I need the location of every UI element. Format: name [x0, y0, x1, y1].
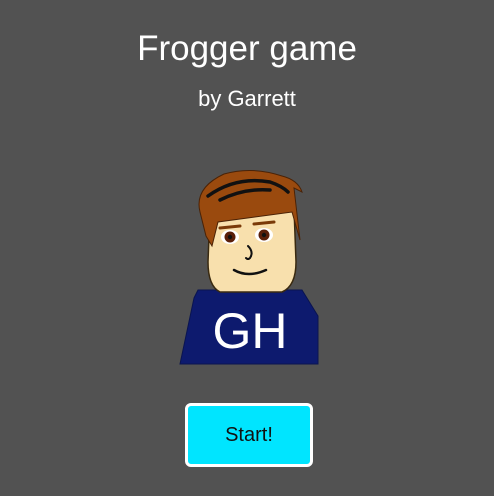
- author-avatar: GH: [179, 170, 319, 365]
- avatar-shirt-initials: GH: [213, 303, 288, 359]
- start-button[interactable]: Start!: [185, 403, 313, 467]
- author-credit: by Garrett: [198, 86, 296, 111]
- title-screen: Frogger game by Garrett GH Start!: [0, 0, 494, 496]
- avatar-eyebrow-left: [218, 224, 242, 230]
- avatar-eyebrow-right: [252, 220, 276, 226]
- avatar-eye-right: [255, 228, 273, 242]
- avatar-eye-left: [221, 230, 239, 244]
- game-title: Frogger game: [137, 29, 357, 68]
